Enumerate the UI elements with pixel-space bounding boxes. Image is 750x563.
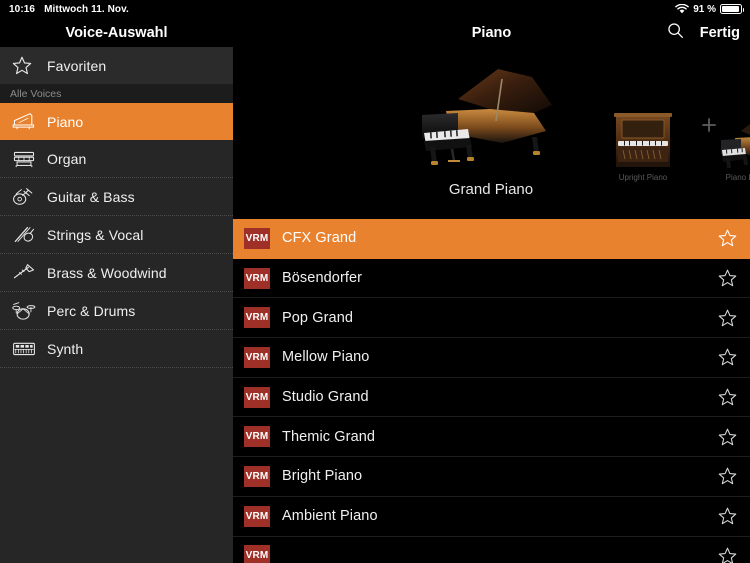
grand-piano-icon: [11, 111, 44, 132]
carousel-item-upright-piano[interactable]: Upright Piano: [591, 107, 695, 182]
sidebar-item-brass-woodwind[interactable]: Brass & Woodwind: [0, 254, 233, 291]
favorite-star-icon[interactable]: [714, 387, 740, 407]
carousel-item-piano-layer[interactable]: Piano Layer: [695, 107, 750, 182]
favorite-star-icon[interactable]: [714, 506, 740, 526]
drumkit-icon: [11, 300, 44, 321]
voice-row-partial[interactable]: VRM: [233, 536, 750, 563]
sidebar-item-synth[interactable]: Synth: [0, 330, 233, 367]
voice-selection-screen: 10:16 Mittwoch 11. Nov. 91 % Voice-Auswa…: [0, 0, 750, 563]
voice-list: VRM CFX Grand VRM Bösendorfer VRM Pop Gr…: [233, 219, 750, 563]
sidebar-title: Voice-Auswahl: [0, 18, 233, 47]
voice-name: Themic Grand: [282, 428, 376, 445]
voice-row-bright-piano[interactable]: VRM Bright Piano: [233, 457, 750, 497]
sidebar: Voice-Auswahl Favoriten Alle Voices Pian…: [0, 18, 233, 563]
status-bar: 10:16 Mittwoch 11. Nov. 91 %: [0, 0, 750, 18]
voice-name: Ambient Piano: [282, 508, 378, 525]
sidebar-item-label: Piano: [47, 113, 84, 130]
main-header: Piano Fertig: [233, 18, 750, 47]
voice-name: CFX Grand: [282, 230, 357, 247]
star-icon: [11, 55, 44, 76]
organ-icon: [11, 148, 44, 169]
sidebar-item-label: Guitar & Bass: [47, 188, 135, 205]
status-date: Mittwoch 11. Nov.: [44, 3, 129, 15]
sidebar-item-guitar-bass[interactable]: Guitar & Bass: [0, 178, 233, 215]
main-pane: Piano Fertig Grand Piano Upright Piano P…: [233, 18, 750, 563]
favorite-star-icon[interactable]: [714, 546, 740, 563]
sidebar-section-header: Alle Voices: [0, 84, 233, 103]
voice-category-carousel: Grand Piano Upright Piano Piano: [233, 47, 750, 219]
status-bar-left: 10:16 Mittwoch 11. Nov.: [0, 4, 129, 15]
vrm-badge: VRM: [244, 426, 270, 448]
sidebar-item-label: Perc & Drums: [47, 302, 136, 319]
sidebar-item-label: Strings & Vocal: [47, 226, 144, 243]
voice-row-bosendorfer[interactable]: VRM Bösendorfer: [233, 258, 750, 299]
status-time: 10:16: [9, 3, 36, 15]
vrm-badge: VRM: [244, 227, 270, 249]
carousel-item-label: Piano Layer: [725, 173, 750, 182]
status-bar-right: 91 %: [675, 4, 750, 15]
sidebar-item-label: Favoriten: [47, 57, 107, 74]
vrm-badge: VRM: [244, 505, 270, 527]
voice-name: Bösendorfer: [282, 270, 363, 287]
battery-fill: [722, 6, 739, 12]
sidebar-item-strings-vocal[interactable]: Strings & Vocal: [0, 216, 233, 253]
carousel-item-label: Upright Piano: [618, 173, 668, 182]
sidebar-separator: [0, 367, 233, 368]
voice-row-pop-grand[interactable]: VRM Pop Grand: [233, 298, 750, 339]
voice-row-mellow-piano[interactable]: VRM Mellow Piano: [233, 338, 750, 378]
voice-row-ambient-piano[interactable]: VRM Ambient Piano: [233, 496, 750, 537]
sidebar-item-perc-drums[interactable]: Perc & Drums: [0, 292, 233, 329]
sidebar-item-piano[interactable]: Piano: [0, 103, 233, 140]
done-button[interactable]: Fertig: [700, 25, 740, 41]
vrm-badge: VRM: [244, 267, 270, 289]
voice-row-themic-grand[interactable]: VRM Themic Grand: [233, 417, 750, 458]
vrm-badge: VRM: [244, 386, 270, 408]
voice-row-cfx-grand[interactable]: VRM CFX Grand: [233, 219, 750, 259]
sidebar-item-organ[interactable]: Organ: [0, 140, 233, 177]
search-icon[interactable]: [667, 22, 684, 44]
header-actions: Fertig: [667, 22, 740, 44]
battery-icon: [720, 4, 744, 14]
battery-percent: 91 %: [693, 3, 716, 15]
sidebar-item-label: Brass & Woodwind: [47, 264, 167, 281]
carousel-item-grand-piano[interactable]: Grand Piano: [391, 57, 591, 198]
vrm-badge: VRM: [244, 307, 270, 329]
favorite-star-icon[interactable]: [714, 427, 740, 447]
favorite-star-icon[interactable]: [714, 228, 740, 248]
trumpet-icon: [11, 262, 44, 283]
voice-name: Studio Grand: [282, 389, 369, 406]
voice-name: Mellow Piano: [282, 349, 370, 366]
vrm-badge: VRM: [244, 346, 270, 368]
vrm-badge: VRM: [244, 465, 270, 487]
sidebar-item-favoriten[interactable]: Favoriten: [0, 47, 233, 84]
favorite-star-icon[interactable]: [714, 347, 740, 367]
carousel-item-label: Grand Piano: [448, 181, 534, 198]
synth-keyboard-icon: [11, 338, 44, 359]
vrm-badge: VRM: [244, 545, 270, 563]
favorite-star-icon[interactable]: [714, 308, 740, 328]
sidebar-item-label: Synth: [47, 340, 84, 357]
voice-name: Bright Piano: [282, 468, 363, 485]
piano-layer-photo: [695, 107, 750, 171]
sidebar-item-label: Organ: [47, 150, 87, 167]
voice-name: Pop Grand: [282, 309, 354, 326]
voice-row-studio-grand[interactable]: VRM Studio Grand: [233, 377, 750, 418]
upright-piano-photo: [591, 107, 695, 171]
grand-piano-photo: [391, 57, 591, 175]
wifi-icon: [675, 4, 690, 14]
favorite-star-icon[interactable]: [714, 466, 740, 486]
strings-icon: [11, 224, 44, 245]
guitar-icon: [11, 186, 44, 207]
favorite-star-icon[interactable]: [714, 268, 740, 288]
